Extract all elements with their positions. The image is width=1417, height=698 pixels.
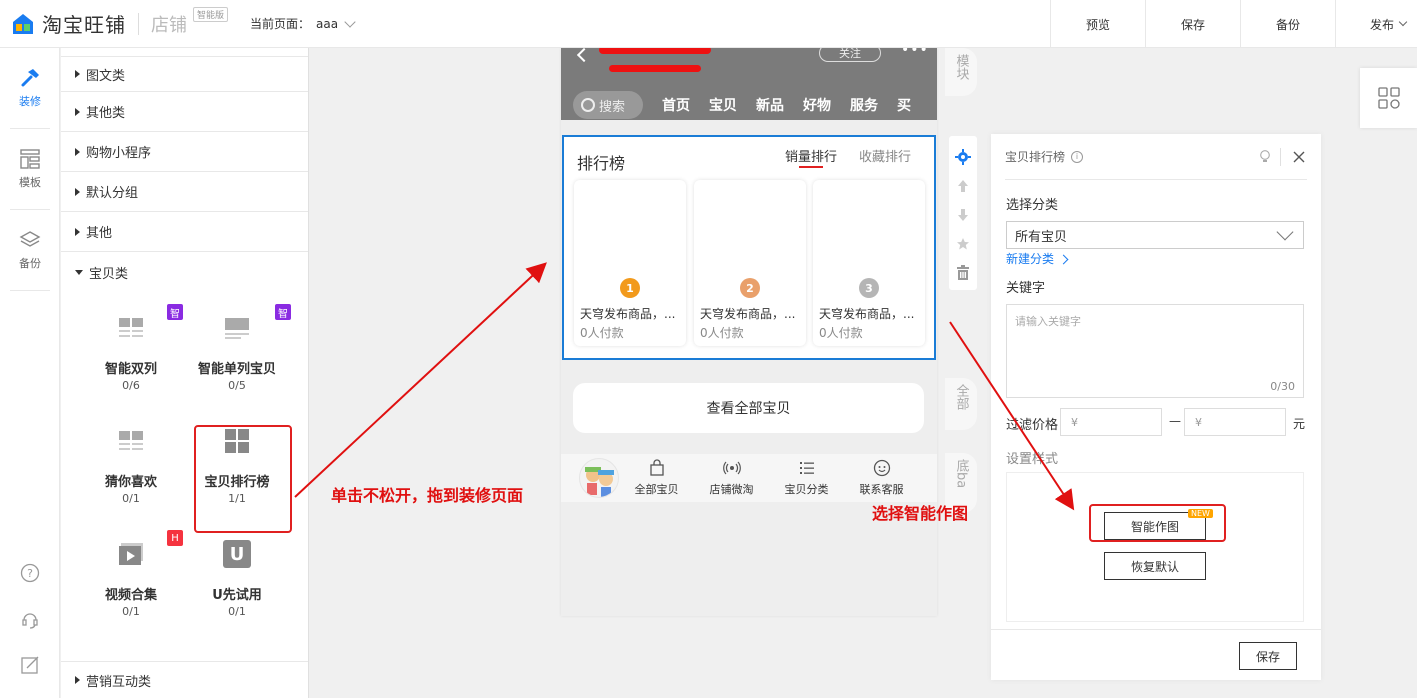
top-actions: 预览 保存 备份 发布 [1050, 0, 1417, 48]
annotation-arrows [294, 262, 1075, 511]
preview-button[interactable]: 预览 [1050, 0, 1145, 48]
backup-label: 备份 [1275, 17, 1300, 32]
taobao-shop-logo-icon [10, 11, 36, 37]
drag-arrow [294, 262, 547, 498]
brand-logo[interactable]: 淘宝旺铺 店铺 智能版 [10, 7, 229, 38]
current-page-label: 当前页面： [250, 17, 311, 31]
brand-edition-tag: 智能版 [193, 7, 229, 22]
chevron-down-icon [1398, 17, 1408, 27]
brand-name: 淘宝旺铺 [42, 13, 126, 37]
publish-label: 发布 [1370, 17, 1395, 32]
current-page-selector[interactable]: 当前页面： aaa [250, 15, 356, 32]
choose-instruction-annotation: 选择智能作图 [872, 504, 969, 523]
save-label: 保存 [1180, 17, 1205, 32]
drag-instruction-annotation: 单击不松开，拖到装修页面 [331, 486, 524, 505]
choose-arrow [949, 321, 1075, 511]
top-bar: 淘宝旺铺 店铺 智能版 当前页面： aaa 预览 保存 备份 发布 [0, 0, 1417, 48]
brand-sub: 店铺 [151, 14, 187, 36]
current-page-value: aaa [316, 16, 339, 31]
preview-label: 预览 [1085, 17, 1110, 32]
brand-divider [138, 12, 139, 35]
publish-button[interactable]: 发布 [1335, 0, 1417, 48]
save-top-button[interactable]: 保存 [1145, 0, 1240, 48]
backup-button[interactable]: 备份 [1240, 0, 1335, 48]
chevron-down-icon [344, 15, 356, 28]
